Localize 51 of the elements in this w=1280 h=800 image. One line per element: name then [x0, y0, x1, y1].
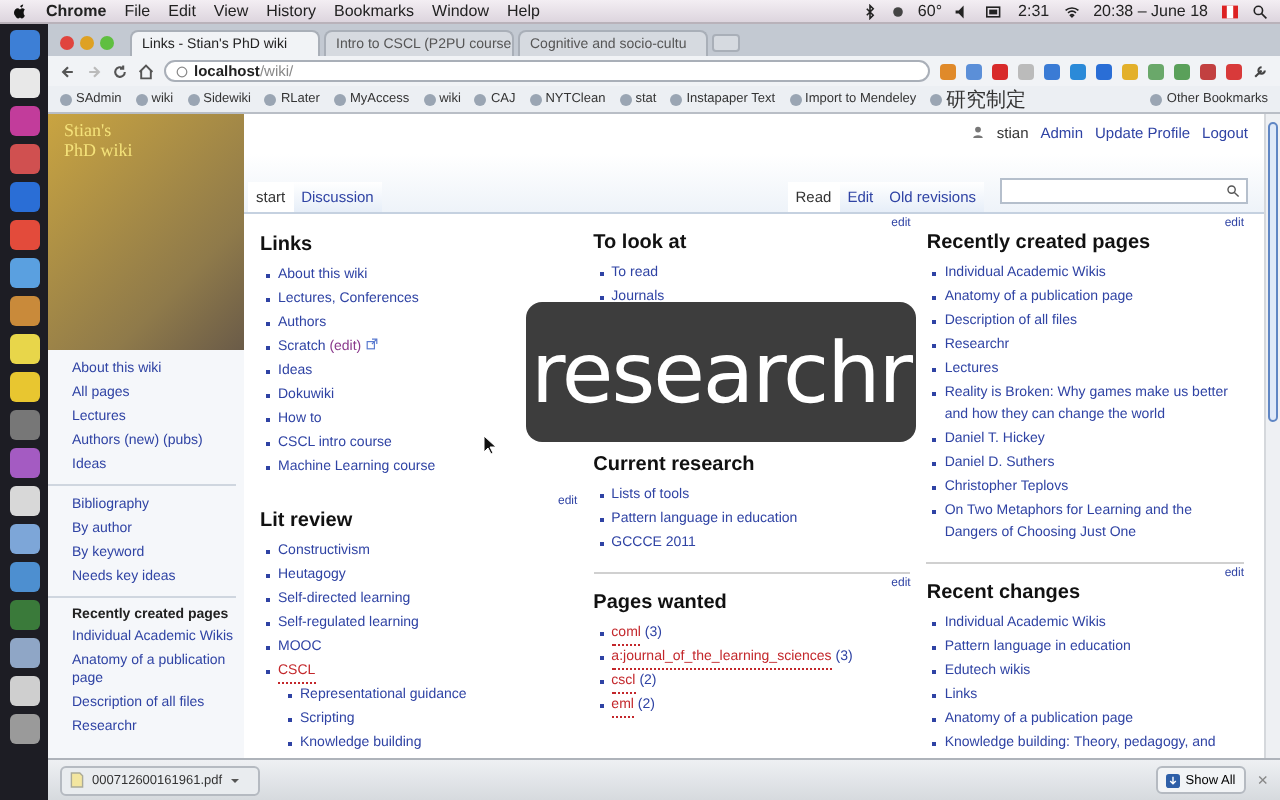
bluetooth-icon [861, 3, 878, 19]
menu-item[interactable]: Help [506, 2, 540, 20]
wrench-icon [1252, 63, 1268, 79]
section-heading: Current research [593, 454, 757, 478]
home-icon [138, 63, 154, 79]
menu-item[interactable]: History [266, 2, 317, 20]
title-overlay: researchr [526, 302, 916, 442]
section-heading: Recently created pages [926, 232, 1153, 256]
section-heading: Recent changes [926, 582, 1083, 606]
dock-app-icon[interactable] [9, 676, 39, 706]
section-heading: Links [260, 234, 315, 258]
dock-app-icon[interactable] [9, 638, 39, 668]
dock-app-icon[interactable] [9, 524, 39, 554]
dock-app-icon[interactable] [9, 714, 39, 744]
caret-icon [230, 775, 241, 785]
battery-time: 2:31 [1018, 2, 1050, 20]
temperature-text: 60° [917, 2, 943, 20]
dock-app-icon[interactable] [9, 68, 39, 98]
section-heading: Lit review [260, 510, 355, 534]
search-icon [1226, 184, 1240, 198]
search-icon [1252, 3, 1268, 19]
bookmark[interactable]: 研究制定 [930, 86, 1027, 112]
download-icon [1165, 773, 1180, 787]
section-heading: Pages wanted [593, 592, 729, 616]
apple-icon [12, 2, 28, 20]
dock-app-icon[interactable] [9, 334, 39, 364]
close-window-button[interactable] [60, 35, 74, 49]
search-field[interactable] [1000, 178, 1248, 204]
reload-icon [112, 63, 128, 79]
menu-item[interactable]: Bookmarks [334, 2, 415, 20]
menu-item[interactable]: View [213, 2, 249, 20]
forward-arrow-icon [86, 63, 102, 79]
menu-item[interactable]: Window [432, 2, 489, 20]
scrollbar-thumb[interactable] [1268, 122, 1278, 422]
flag-icon [1220, 3, 1240, 19]
dock-app-icon[interactable] [9, 486, 39, 516]
document-icon [70, 772, 84, 788]
clock-text: 20:38 – June 18 [1093, 2, 1208, 20]
back-arrow-icon [60, 63, 76, 79]
menu-item[interactable]: Edit [168, 2, 196, 20]
user-icon [972, 126, 985, 138]
dock-app-icon[interactable] [9, 258, 39, 288]
wifi-icon [1061, 3, 1082, 19]
mouse-pointer-icon [484, 436, 496, 454]
wiki-logo: Stian's PhD wiki [48, 114, 244, 350]
section-heading: To look at [593, 232, 689, 256]
dock-app-icon[interactable] [9, 372, 39, 402]
page-icon [176, 65, 188, 77]
menu-item[interactable]: File [124, 2, 151, 20]
app-menu[interactable]: Chrome [46, 2, 107, 20]
dock-app-icon[interactable] [9, 296, 39, 326]
